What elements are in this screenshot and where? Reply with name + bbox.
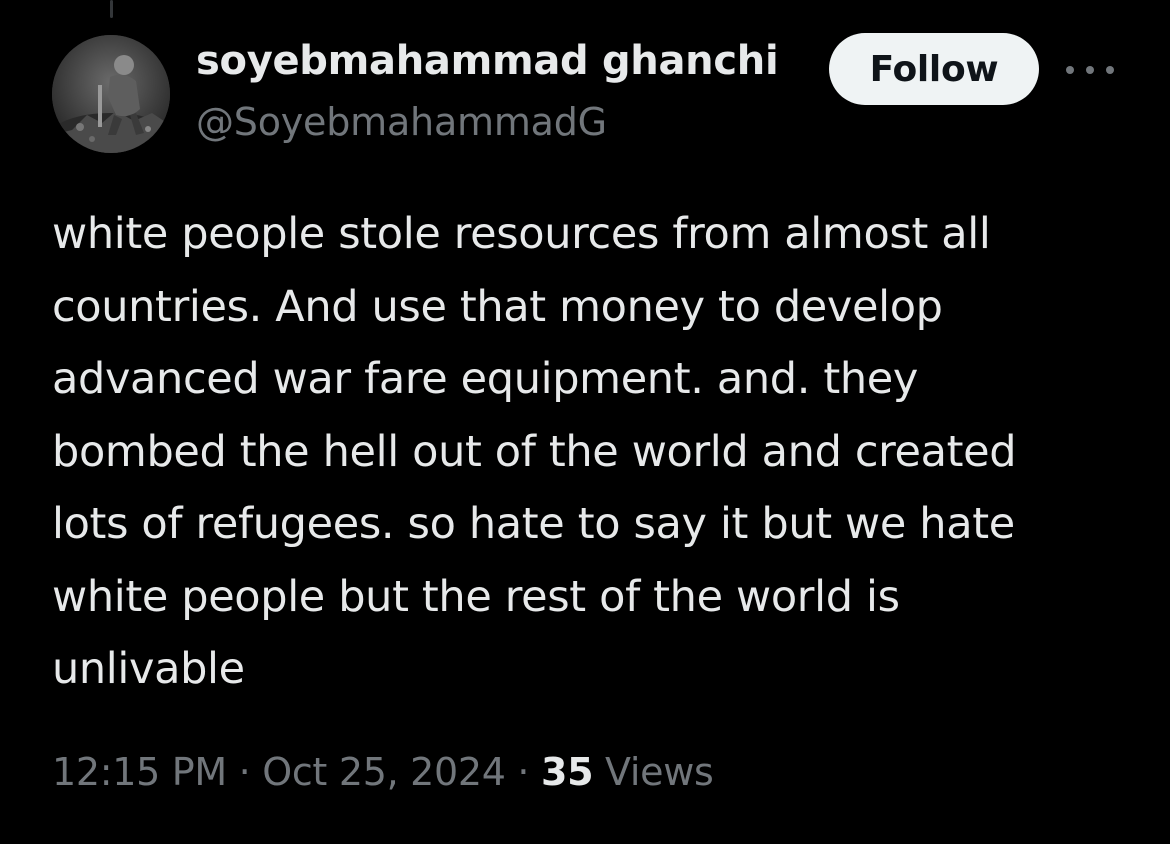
avatar[interactable]	[52, 35, 170, 153]
tweet-meta: 12:15 PM · Oct 25, 2024 · 35 Views	[52, 750, 714, 794]
views-label[interactable]: Views	[605, 750, 714, 794]
tweet-text: white people stole resources from almost…	[52, 198, 1142, 706]
more-dot	[1106, 66, 1114, 74]
tweet-time[interactable]: 12:15 PM	[52, 750, 227, 794]
tweet-text-line: white people stole resources from almost…	[52, 209, 991, 259]
meta-separator: ·	[517, 750, 530, 794]
avatar-image	[52, 35, 170, 153]
tweet-text-line: advanced war fare equipment. and. they	[52, 354, 918, 404]
more-options-icon[interactable]	[1066, 56, 1114, 84]
tweet-text-line: countries. And use that money to develop	[52, 281, 943, 332]
more-dot	[1066, 66, 1074, 74]
tweet-text-line: white people but the rest of the world i…	[52, 571, 900, 622]
follow-button[interactable]: Follow	[829, 33, 1039, 105]
more-dot	[1086, 66, 1094, 74]
meta-separator: ·	[238, 750, 251, 794]
author-handle[interactable]: @SoyebmahammadG	[196, 100, 607, 144]
thread-connector-line	[110, 0, 113, 18]
tweet-text-line: lots of refugees. so hate to say it but …	[52, 499, 1015, 549]
views-count[interactable]: 35	[541, 750, 594, 794]
tweet-date[interactable]: Oct 25, 2024	[262, 750, 506, 794]
tweet-text-line: bombed the hell out of the world and cre…	[52, 426, 1017, 477]
author-display-name[interactable]: soyebmahammad ghanchi	[196, 38, 779, 84]
tweet-text-line: unlivable	[52, 644, 245, 694]
